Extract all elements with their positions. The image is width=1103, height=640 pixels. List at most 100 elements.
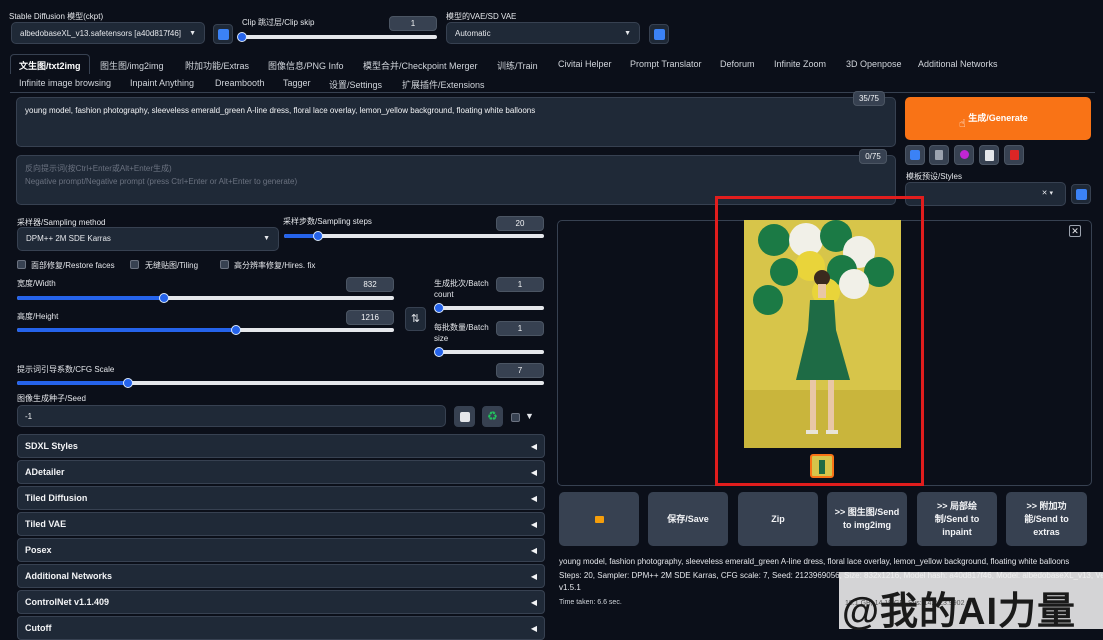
- clear-prompt-button[interactable]: [929, 145, 949, 165]
- accordion-adetailer[interactable]: ADetailer ◀: [17, 460, 545, 484]
- model-value: albedobaseXL_v13.safetensors [a40d817f46…: [20, 29, 182, 38]
- zip-button[interactable]: Zip: [738, 492, 818, 546]
- vae-select[interactable]: Automatic ▼: [446, 22, 640, 44]
- accordion-tiled-diffusion[interactable]: Tiled Diffusion ◀: [17, 486, 545, 510]
- tab-train[interactable]: 训练/Train: [497, 59, 538, 72]
- tab-divider: [10, 92, 1095, 93]
- height-thumb[interactable]: [230, 325, 241, 335]
- random-seed-button[interactable]: [454, 406, 475, 427]
- height-input[interactable]: 1216: [346, 310, 394, 325]
- accordion-controlnet[interactable]: ControlNet v1.1.409 ◀: [17, 590, 545, 614]
- save-button[interactable]: 保存/Save: [648, 492, 728, 546]
- apply-style-button[interactable]: [979, 145, 999, 165]
- steps-slider[interactable]: [284, 231, 544, 241]
- batch-size-label: 每批数量/Batch size: [434, 322, 489, 344]
- accordion-additional-networks[interactable]: Additional Networks ◀: [17, 564, 545, 588]
- batch-count-input[interactable]: 1: [496, 277, 544, 292]
- tab-img2img[interactable]: 图生图/img2img: [100, 59, 164, 72]
- generate-button[interactable]: 生成/Generate: [905, 97, 1091, 140]
- send-to-img2img-button[interactable]: >> 图生图/Send to img2img: [827, 492, 907, 546]
- trash-icon: [935, 150, 943, 160]
- dice-icon: [460, 412, 470, 422]
- clipboard-icon: [985, 150, 994, 161]
- hires-fix-checkbox[interactable]: [220, 260, 229, 269]
- batch-size-slider[interactable]: [434, 347, 544, 357]
- clip-label: Clip 跳过层/Clip skip: [242, 18, 315, 27]
- refresh-model-button[interactable]: [213, 24, 233, 44]
- triangle-left-icon: ◀: [530, 468, 537, 477]
- steps-thumb[interactable]: [312, 231, 323, 241]
- sampler-select[interactable]: DPM++ 2M SDE Karras ▼: [17, 227, 279, 251]
- tab-civitai-helper[interactable]: Civitai Helper: [558, 59, 612, 69]
- model-select[interactable]: albedobaseXL_v13.safetensors [a40d817f46…: [11, 22, 205, 44]
- tab-infinite-zoom[interactable]: Infinite Zoom: [774, 59, 826, 69]
- width-input[interactable]: 832: [346, 277, 394, 292]
- accordion-cutoff[interactable]: Cutoff ◀: [17, 616, 545, 640]
- extra-seed-checkbox[interactable]: [511, 413, 520, 422]
- accordion-tiled-vae[interactable]: Tiled VAE ◀: [17, 512, 545, 536]
- extra-seed-toggle-icon[interactable]: ▼: [525, 411, 534, 421]
- restore-faces-label: 面部修复/Restore faces: [31, 261, 115, 270]
- accordion-label: Tiled Diffusion: [25, 493, 88, 503]
- width-slider[interactable]: [17, 293, 394, 303]
- negative-token-counter: 0/75: [859, 149, 887, 164]
- batch-count-label: 生成批次/Batch count: [434, 278, 489, 300]
- tab-additional-networks[interactable]: Additional Networks: [918, 59, 998, 69]
- clip-thumb[interactable]: [237, 32, 247, 42]
- tab-extras[interactable]: 附加功能/Extras: [185, 59, 249, 72]
- prompt-textarea[interactable]: young model, fashion photography, sleeve…: [16, 97, 896, 147]
- tab-settings[interactable]: 设置/Settings: [329, 78, 382, 91]
- triangle-left-icon: ◀: [530, 442, 537, 451]
- tab-png-info[interactable]: 图像信息/PNG Info: [268, 59, 344, 72]
- accordion-sdxl-styles[interactable]: SDXL Styles ◀: [17, 434, 545, 458]
- tab-txt2img[interactable]: 文生图/txt2img: [19, 59, 81, 72]
- height-slider[interactable]: [17, 325, 394, 335]
- tab-checkpoint-merger[interactable]: 模型合并/Checkpoint Merger: [363, 59, 478, 72]
- refresh-styles-button[interactable]: [1071, 184, 1091, 204]
- tab-infinite-image-browsing[interactable]: Infinite image browsing: [19, 78, 111, 88]
- triangle-left-icon: ◀: [530, 572, 537, 581]
- cfg-input[interactable]: 7: [496, 363, 544, 378]
- clip-slider[interactable]: [237, 32, 437, 42]
- send-to-extras-button[interactable]: >> 附加功能/Send to extras: [1006, 492, 1087, 546]
- batch-count-slider[interactable]: [434, 303, 544, 313]
- restore-faces-checkbox[interactable]: [17, 260, 26, 269]
- tab-tagger[interactable]: Tagger: [283, 78, 311, 88]
- extra-networks-button[interactable]: [954, 145, 974, 165]
- styles-select[interactable]: ✕ ▾: [905, 182, 1066, 206]
- info-time: Time taken: 6.6 sec.: [559, 599, 622, 606]
- paste-button[interactable]: [905, 145, 925, 165]
- batch-size-thumb[interactable]: [434, 347, 444, 357]
- tab-inpaint-anything[interactable]: Inpaint Anything: [130, 78, 194, 88]
- accordion-posex[interactable]: Posex ◀: [17, 538, 545, 562]
- clear-icon[interactable]: ✕ ▾: [1042, 183, 1053, 204]
- batch-size-label-1: 每批数量/Batch: [434, 323, 489, 332]
- swap-dimensions-button[interactable]: ⇅: [405, 307, 426, 331]
- reuse-seed-button[interactable]: ♻: [482, 406, 503, 427]
- save-style-button[interactable]: [1004, 145, 1024, 165]
- cfg-slider[interactable]: [17, 378, 544, 388]
- batch-count-thumb[interactable]: [434, 303, 444, 313]
- open-folder-button[interactable]: [559, 492, 639, 546]
- clip-input[interactable]: 1: [389, 16, 437, 31]
- tab-prompt-translator[interactable]: Prompt Translator: [630, 59, 702, 69]
- tiling-checkbox[interactable]: [130, 260, 139, 269]
- steps-input[interactable]: 20: [496, 216, 544, 231]
- send-to-inpaint-button[interactable]: >> 局部绘制/Send to inpaint: [917, 492, 997, 546]
- height-fill: [17, 328, 236, 332]
- tab-dreambooth[interactable]: Dreambooth: [215, 78, 265, 88]
- info-version: v1.5.1: [559, 583, 581, 592]
- generate-label: 生成/Generate: [968, 113, 1028, 123]
- width-thumb[interactable]: [159, 293, 170, 303]
- vae-label: 模型的VAE/SD VAE: [446, 12, 517, 21]
- prompt-token-counter: 35/75: [853, 91, 885, 106]
- refresh-vae-button[interactable]: [649, 24, 669, 44]
- close-icon[interactable]: ✕: [1069, 225, 1081, 237]
- batch-size-input[interactable]: 1: [496, 321, 544, 336]
- accordion-label: SDXL Styles: [25, 441, 78, 451]
- cfg-thumb[interactable]: [122, 378, 133, 388]
- seed-input[interactable]: -1: [17, 405, 446, 427]
- tab-3d-openpose[interactable]: 3D Openpose: [846, 59, 902, 69]
- tab-extensions[interactable]: 扩展插件/Extensions: [402, 78, 485, 91]
- tab-deforum[interactable]: Deforum: [720, 59, 755, 69]
